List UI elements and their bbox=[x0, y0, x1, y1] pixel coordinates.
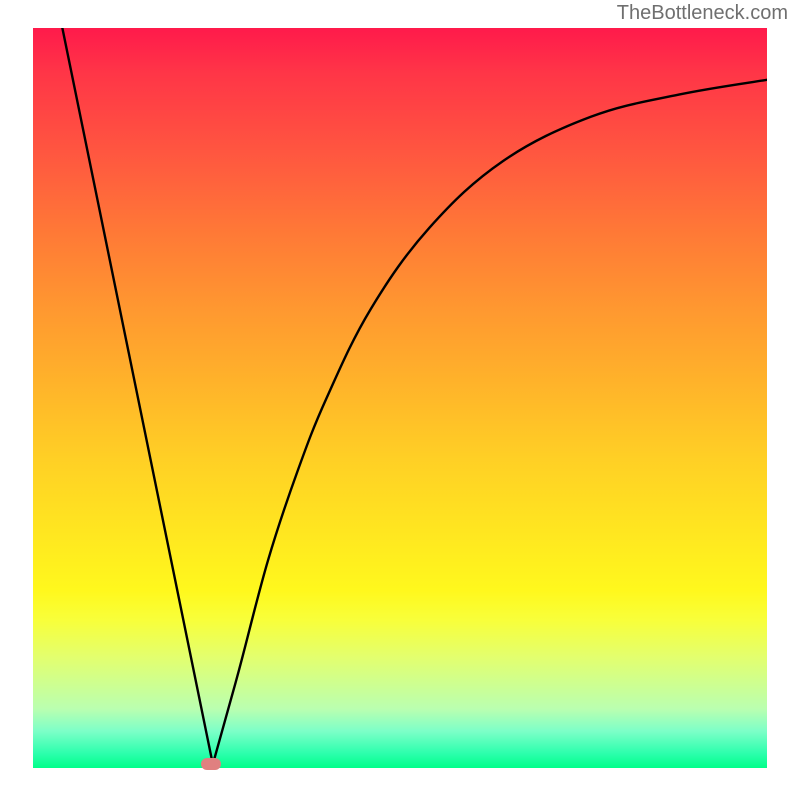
chart-container: TheBottleneck.com bbox=[0, 0, 800, 800]
optimal-marker bbox=[201, 758, 221, 770]
bottleneck-curve-path bbox=[62, 28, 767, 764]
attribution-label: TheBottleneck.com bbox=[617, 2, 788, 25]
plot-area bbox=[33, 28, 767, 768]
curve-svg bbox=[33, 28, 767, 768]
